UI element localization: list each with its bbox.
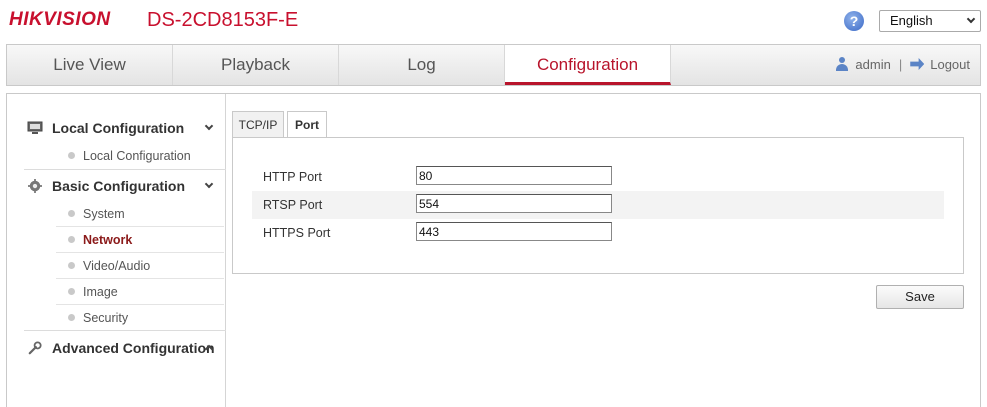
chevron-down-icon — [204, 179, 214, 189]
sidebar-item-image[interactable]: Image — [56, 279, 224, 305]
language-value: English — [890, 13, 933, 28]
bullet-icon — [68, 314, 75, 321]
port-settings-panel: HTTP Port RTSP Port HTTPS Port — [232, 137, 964, 274]
bullet-icon — [68, 236, 75, 243]
sidebar-item-security[interactable]: Security — [56, 305, 224, 331]
sidebar-item-label: Local Configuration — [83, 149, 191, 163]
sidebar-item-label: Network — [83, 233, 133, 247]
chevron-down-icon — [966, 14, 976, 24]
tab-configuration[interactable]: Configuration — [505, 45, 671, 85]
bullet-icon — [68, 210, 75, 217]
tab-live-view[interactable]: Live View — [7, 45, 173, 85]
sidebar-item-network[interactable]: Network — [56, 227, 224, 253]
sidebar-item-system[interactable]: System — [56, 201, 224, 227]
sidebar-item-video-audio[interactable]: Video/Audio — [56, 253, 224, 279]
divider — [24, 169, 226, 170]
logout-link[interactable]: Logout — [930, 57, 970, 72]
sidebar-group-label: Local Configuration — [52, 120, 185, 136]
gear-icon — [28, 179, 42, 193]
help-icon[interactable]: ? — [844, 11, 864, 31]
https-port-field[interactable] — [416, 222, 612, 241]
sidebar-item-label: Security — [83, 311, 129, 325]
bullet-icon — [68, 262, 75, 269]
user-icon — [835, 57, 849, 71]
username: admin — [855, 57, 891, 72]
https-port-label: HTTPS Port — [263, 226, 331, 240]
user-area: admin | Logout — [835, 57, 970, 72]
rtsp-port-row: RTSP Port — [252, 191, 944, 219]
chevron-down-icon — [204, 121, 214, 131]
bullet-icon — [68, 288, 75, 295]
http-port-field[interactable] — [416, 166, 612, 185]
tab-tcp-ip[interactable]: TCP/IP — [232, 111, 284, 137]
sidebar: Local Configuration Local Configuration … — [7, 94, 226, 407]
rtsp-port-field[interactable] — [416, 194, 612, 213]
header: HIKVISION DS-2CD8153F-E ? English — [0, 0, 987, 44]
bullet-icon — [68, 152, 75, 159]
sidebar-item-label: System — [83, 207, 125, 221]
sidebar-item-label: Video/Audio — [83, 259, 151, 273]
tab-log[interactable]: Log — [339, 45, 505, 85]
separator: | — [898, 57, 903, 72]
tab-port[interactable]: Port — [287, 111, 327, 138]
tab-playback[interactable]: Playback — [173, 45, 339, 85]
sidebar-group-basic-configuration[interactable]: Basic Configuration — [24, 172, 226, 200]
main-nav: Live View Playback Log Configuration adm… — [6, 44, 981, 86]
brand-logo: HIKVISION — [9, 9, 111, 30]
sidebar-group-label: Basic Configuration — [52, 178, 186, 194]
sidebar-item-label: Image — [83, 285, 118, 299]
http-port-row: HTTP Port — [252, 163, 944, 191]
logout-icon[interactable] — [910, 58, 925, 70]
wrench-icon — [28, 341, 42, 355]
language-select[interactable]: English — [879, 10, 981, 32]
sidebar-group-advanced-configuration[interactable]: Advanced Configuration — [24, 334, 226, 362]
main-frame: Local Configuration Local Configuration … — [6, 93, 981, 407]
save-button[interactable]: Save — [876, 285, 964, 309]
https-port-row: HTTPS Port — [252, 219, 944, 247]
http-port-label: HTTP Port — [263, 170, 322, 184]
monitor-icon — [27, 121, 43, 134]
sidebar-group-local-configuration[interactable]: Local Configuration — [24, 114, 226, 142]
device-model: DS-2CD8153F-E — [147, 9, 299, 31]
sidebar-group-label: Advanced Configuration — [52, 340, 215, 356]
rtsp-port-label: RTSP Port — [263, 198, 323, 212]
sidebar-item-local-configuration[interactable]: Local Configuration — [56, 143, 224, 169]
divider — [24, 330, 226, 331]
